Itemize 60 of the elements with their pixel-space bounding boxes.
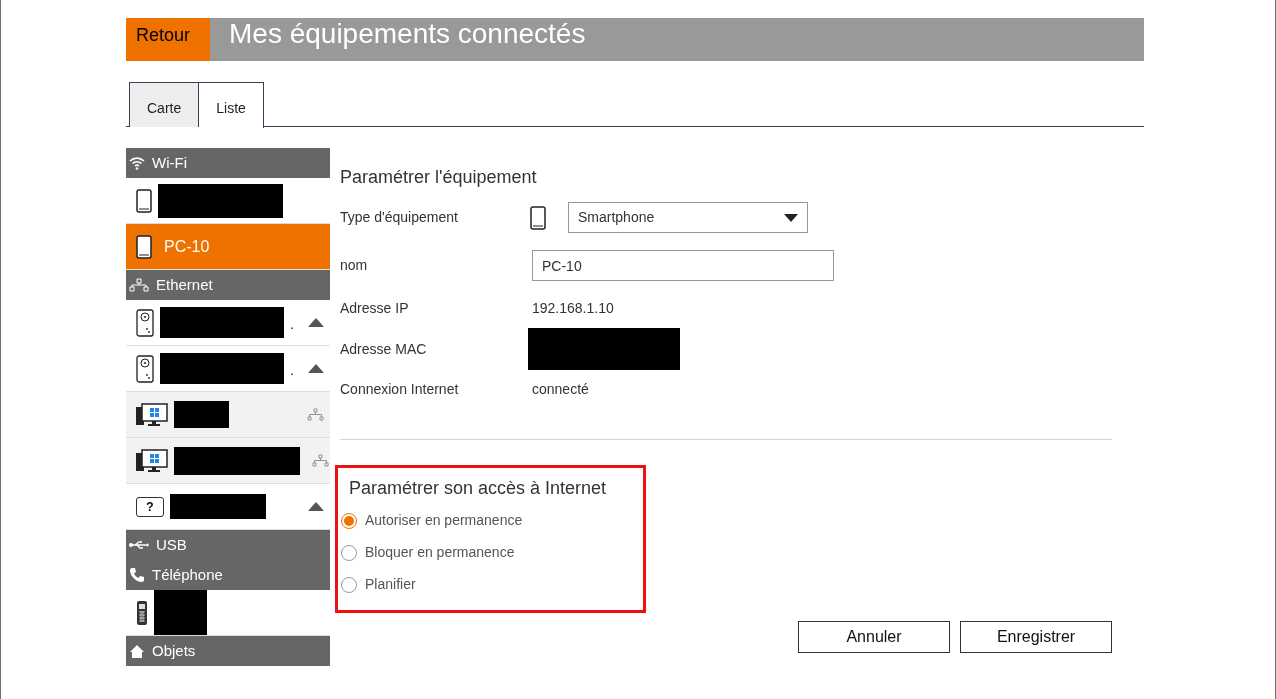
section-label: Wi-Fi <box>152 152 187 173</box>
network-icon <box>307 408 324 421</box>
smartphone-icon <box>136 234 152 259</box>
unknown-device-icon: ? <box>136 496 164 517</box>
redaction-block <box>174 401 229 428</box>
device-name-suffix: . <box>290 361 294 380</box>
radio-button[interactable] <box>341 544 357 561</box>
name-field[interactable]: PC-10 <box>532 250 834 281</box>
radio-button[interactable] <box>341 576 357 593</box>
section-label: Ethernet <box>156 274 213 295</box>
radio-option[interactable]: Bloquer en permanence <box>341 542 643 563</box>
section-label: Téléphone <box>152 564 223 585</box>
section-header[interactable]: USB <box>126 530 330 560</box>
cancel-button[interactable]: Annuler <box>798 621 950 653</box>
section-header[interactable]: Objets <box>126 636 330 666</box>
house-icon <box>129 643 145 659</box>
section-label: USB <box>156 534 187 555</box>
section-label: Objets <box>152 640 196 661</box>
network-icon <box>312 454 329 467</box>
desktop-computer-icon <box>136 402 168 427</box>
field-label: nom <box>340 256 369 275</box>
section-header[interactable]: Wi-Fi <box>126 148 330 178</box>
smartphone-icon <box>530 205 546 230</box>
radio-option[interactable]: Planifier <box>341 574 643 595</box>
field-value: 192.168.1.10 <box>532 299 614 318</box>
usb-icon <box>129 540 149 550</box>
smartphone-icon <box>136 188 152 213</box>
caret-icon <box>784 213 798 222</box>
up-arrow-icon <box>308 364 324 373</box>
field-label: Type d'équipement <box>340 208 459 227</box>
field-label: Adresse IP <box>340 299 410 318</box>
page-title: Mes équipements connectés <box>228 18 586 51</box>
section-title: Paramétrer l'équipement <box>340 166 538 189</box>
redaction-block <box>154 590 207 635</box>
field-label: Connexion Internet <box>340 380 460 399</box>
save-button[interactable]: Enregistrer <box>960 621 1112 653</box>
device-item[interactable] <box>126 438 330 484</box>
up-arrow-icon <box>308 318 324 327</box>
device-type-select[interactable]: Smartphone <box>568 202 808 233</box>
section-header[interactable]: Ethernet <box>126 270 330 300</box>
device-name-suffix: . <box>290 315 294 334</box>
section-header[interactable]: Téléphone <box>126 560 330 590</box>
field-label: Adresse MAC <box>340 339 428 359</box>
powerline-adapter-icon <box>136 354 154 383</box>
radio-button[interactable] <box>341 512 357 529</box>
device-name: PC-10 <box>164 236 210 257</box>
up-arrow-icon <box>308 502 324 511</box>
section-title: Paramétrer son accès à Internet <box>349 477 608 500</box>
device-item[interactable] <box>126 392 330 438</box>
tab[interactable]: Liste <box>199 82 264 128</box>
desktop-computer-icon <box>136 448 168 473</box>
mobile-phone-icon <box>136 599 148 626</box>
tab[interactable]: Carte <box>129 82 200 127</box>
phone-icon <box>129 567 145 583</box>
field-value: connecté <box>532 380 589 399</box>
powerline-adapter-icon <box>136 308 154 337</box>
network-icon <box>129 278 149 292</box>
radio-option[interactable]: Autoriser en permanence <box>341 510 643 531</box>
back-button[interactable]: Retour <box>126 18 210 61</box>
wifi-icon <box>129 156 145 170</box>
